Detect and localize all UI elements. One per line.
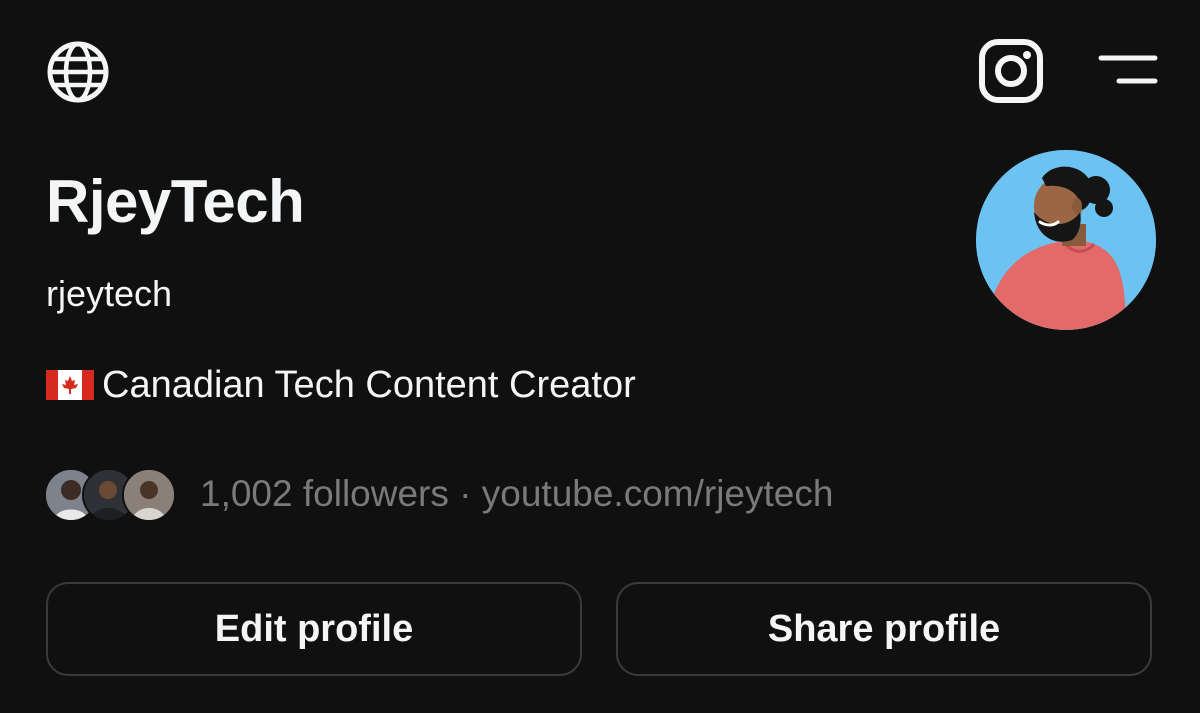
follower-avatar-stack[interactable]	[44, 466, 176, 522]
profile-username: rjeytech	[46, 273, 173, 314]
instagram-icon[interactable]	[978, 38, 1044, 104]
bio-text: Canadian Tech Content Creator	[102, 364, 636, 406]
follower-avatar	[122, 468, 176, 522]
followers-count[interactable]: 1,002 followers	[200, 473, 449, 514]
profile-bio: Canadian Tech Content Creator	[46, 366, 636, 404]
profile-link[interactable]: youtube.com/rjeytech	[482, 473, 834, 514]
menu-icon[interactable]	[1098, 52, 1158, 88]
top-bar	[0, 0, 1200, 140]
meta-separator: ·	[448, 472, 482, 514]
edit-profile-button[interactable]: Edit profile	[46, 582, 582, 676]
globe-icon[interactable]	[46, 40, 110, 104]
avatar-illustration	[976, 150, 1156, 330]
canada-flag-icon	[46, 370, 94, 400]
share-profile-button[interactable]: Share profile	[616, 582, 1152, 676]
followers-row: 1,002 followers · youtube.com/rjeytech	[44, 466, 833, 522]
profile-display-name: RjeyTech	[46, 168, 305, 235]
followers-meta: 1,002 followers · youtube.com/rjeytech	[200, 475, 833, 512]
profile-avatar[interactable]	[976, 150, 1156, 330]
